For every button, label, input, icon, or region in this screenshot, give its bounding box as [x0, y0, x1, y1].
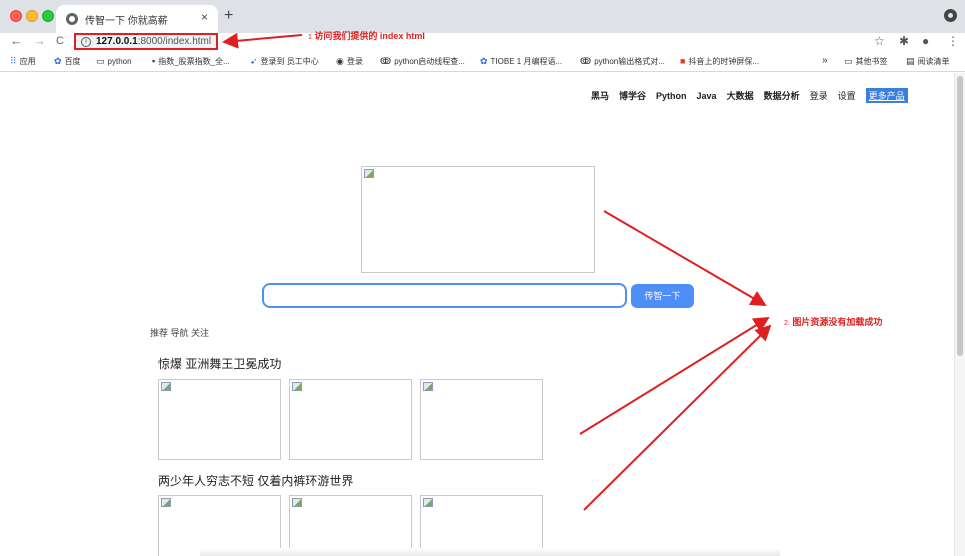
more-products-button[interactable]: 更多产品 — [865, 88, 908, 103]
url-path: :8000/index.html — [137, 36, 212, 47]
bookmarks-bar: ⠿ 应用 ✿ 百度 ▭ python ▪ 指数_股票指数_全... ➹ 登录到 员工中心 … — [0, 52, 965, 72]
reading-list[interactable]: ▤ 阅读清单 — [906, 56, 950, 67]
c-site-icon: ■ — [680, 56, 686, 66]
news-image-broken[interactable] — [420, 379, 543, 460]
annotation-number: 1 — [308, 34, 312, 41]
close-tab-icon[interactable]: × — [201, 10, 208, 24]
link-icon: ➹ — [250, 56, 258, 66]
news-section-title[interactable]: 两少年人穷志不短 仅着内裤环游世界 — [158, 472, 353, 489]
bookmark-item[interactable]: ✿ TIOBE 1 月编程语... — [480, 56, 562, 67]
bottom-shadow — [200, 548, 780, 556]
reading-list-icon: ▤ — [906, 56, 915, 66]
logo-image-broken — [361, 166, 595, 273]
folder-icon: ▭ — [844, 56, 853, 66]
scrollbar-thumb[interactable] — [957, 76, 963, 356]
tab-strip: 传智一下 你就高薪 × + — [0, 0, 965, 33]
nav-link-boxuegu[interactable]: 博学谷 — [619, 89, 646, 102]
csdn-icon: ↂ — [580, 56, 592, 66]
apps-grid-icon: ⠿ — [10, 56, 17, 66]
bookmark-label: 其他书签 — [855, 57, 888, 66]
bookmark-item[interactable]: ◉ 登录 — [336, 56, 363, 67]
browser-tab[interactable]: 传智一下 你就高薪 × — [56, 5, 218, 33]
annotation-address: 1 访问我们提供的 index html — [308, 29, 425, 42]
broken-image-icon — [161, 498, 171, 507]
nav-link-data-analysis[interactable]: 数据分析 — [764, 89, 800, 102]
search-button[interactable]: 传智一下 — [631, 284, 694, 308]
annotation-number: 2. — [784, 320, 790, 327]
news-section-title[interactable]: 惊爆 亚洲舞王卫冕成功 — [158, 355, 281, 372]
bookmark-label: TIOBE 1 月编程语... — [490, 57, 563, 66]
csdn-icon: ↂ — [380, 56, 392, 66]
news-image-broken[interactable] — [289, 379, 412, 460]
bookmark-item[interactable]: ■ 抖音上的时钟屏保... — [680, 56, 759, 67]
settings-link[interactable]: 设置 — [838, 89, 856, 102]
baidu-paw-icon: ✿ — [54, 56, 62, 66]
close-window-button[interactable] — [10, 10, 22, 22]
bookmark-label: python启动线程查... — [394, 57, 465, 66]
broken-image-icon — [364, 169, 374, 178]
new-tab-button[interactable]: + — [224, 7, 233, 25]
bookmark-item[interactable]: ↂ python启动线程查... — [380, 56, 465, 67]
page-scrollbar[interactable] — [954, 73, 965, 556]
address-url: 127.0.0.1:8000/index.html — [96, 36, 211, 47]
bookmark-label: 应用 — [19, 57, 36, 66]
bookmark-label: 登录 — [346, 57, 363, 66]
broken-image-icon — [423, 382, 433, 391]
broken-image-icon — [423, 498, 433, 507]
maximize-window-button[interactable] — [42, 10, 54, 22]
folder-icon: ▭ — [96, 56, 105, 66]
bookmark-item[interactable]: ↂ python输出格式对... — [580, 56, 665, 67]
extensions-icon[interactable]: ✱ — [899, 33, 909, 49]
broken-image-icon — [292, 382, 302, 391]
bookmark-item[interactable]: ▭ python — [96, 56, 132, 67]
stock-site-icon: ▪ — [152, 56, 156, 66]
tab-title: 传智一下 你就高薪 — [85, 16, 168, 27]
bookmark-label: python — [107, 57, 132, 66]
news-image-broken[interactable] — [420, 495, 543, 556]
bookmark-item[interactable]: ⠿ 应用 — [10, 56, 36, 67]
login-link[interactable]: 登录 — [810, 89, 828, 102]
reload-button[interactable]: C — [56, 33, 64, 49]
baidu-paw-icon: ✿ — [480, 56, 488, 66]
news-image-broken[interactable] — [289, 495, 412, 556]
chrome-menu-icon[interactable]: ⋮ — [947, 33, 959, 49]
other-bookmarks[interactable]: ▭ 其他书签 — [844, 56, 888, 67]
address-bar[interactable]: i 127.0.0.1:8000/index.html — [74, 33, 218, 50]
annotation-text: 访问我们提供的 index html — [314, 31, 425, 41]
broken-image-icon — [161, 382, 171, 391]
bookmark-label: 抖音上的时钟屏保... — [688, 57, 760, 66]
bookmark-label: 阅读清单 — [917, 57, 950, 66]
broken-image-icon — [292, 498, 302, 507]
bookmark-label: python输出格式对... — [594, 57, 665, 66]
bookmark-label: 登录到 员工中心 — [260, 57, 319, 66]
bookmark-label: 指数_股票指数_全... — [158, 57, 230, 66]
bookmarks-overflow-button[interactable]: » — [822, 56, 828, 66]
top-nav: 黑马 博学谷 Python Java 大数据 数据分析 登录 设置 更多产品 — [591, 88, 908, 103]
forward-button[interactable]: → — [33, 33, 46, 49]
nav-link-python[interactable]: Python — [656, 91, 687, 101]
news-image-broken[interactable] — [158, 495, 281, 556]
globe-icon: ◉ — [336, 56, 344, 66]
annotation-text: 图片资源没有加载成功 — [792, 317, 883, 327]
nav-link-java[interactable]: Java — [697, 91, 717, 101]
back-button[interactable]: ← — [10, 33, 23, 49]
globe-icon — [66, 13, 78, 25]
bookmark-star-icon[interactable]: ☆ — [874, 33, 885, 49]
nav-link-heima[interactable]: 黑马 — [591, 89, 609, 102]
news-image-broken[interactable] — [158, 379, 281, 460]
annotation-images: 2. 图片资源没有加载成功 — [784, 315, 882, 328]
chrome-profile-icon[interactable] — [944, 9, 957, 22]
bookmark-item[interactable]: ✿ 百度 — [54, 56, 81, 67]
bookmark-label: 百度 — [64, 57, 81, 66]
profile-avatar-icon[interactable]: ● — [922, 33, 929, 49]
bookmark-item[interactable]: ▪ 指数_股票指数_全... — [152, 56, 230, 67]
search-input[interactable] — [262, 283, 627, 308]
sub-nav[interactable]: 推荐 导航 关注 — [150, 326, 209, 339]
site-info-icon[interactable]: i — [81, 37, 91, 47]
browser-toolbar: ← → C i 127.0.0.1:8000/index.html ☆ ✱ ● … — [0, 33, 965, 51]
minimize-window-button[interactable] — [26, 10, 38, 22]
nav-link-bigdata[interactable]: 大数据 — [727, 89, 754, 102]
url-host: 127.0.0.1 — [96, 36, 138, 47]
bookmark-item[interactable]: ➹ 登录到 员工中心 — [250, 56, 319, 67]
